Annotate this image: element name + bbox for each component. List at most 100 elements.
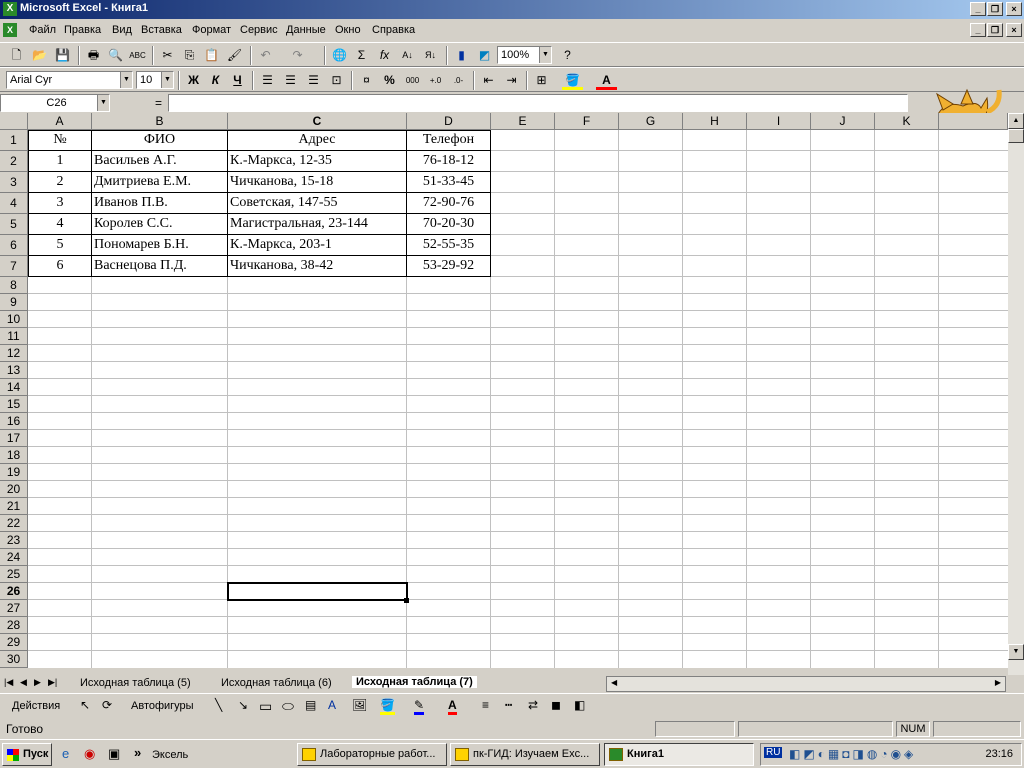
menu-insert[interactable]: Вставка — [141, 24, 182, 36]
doc-close-icon[interactable]: × — [1006, 23, 1022, 37]
task-button[interactable]: пк-ГИД: Изучаем Exc... — [450, 743, 600, 766]
row-header[interactable]: 5 — [0, 214, 28, 235]
chart-wizard-icon[interactable]: ▮ — [451, 46, 472, 65]
chevron-down-icon[interactable]: ▼ — [539, 47, 551, 63]
line-color-icon[interactable]: ✎ — [414, 698, 425, 715]
menu-edit[interactable]: Правка — [64, 24, 101, 36]
table-cell[interactable]: 6 — [29, 258, 91, 274]
last-sheet-icon[interactable]: ▶| — [48, 677, 57, 688]
sheet-tab[interactable]: Исходная таблица (5) — [80, 677, 191, 689]
menu-file[interactable]: Файл — [29, 24, 56, 36]
row-header[interactable]: 10 — [0, 311, 28, 328]
chevron-down-icon[interactable]: ▼ — [120, 72, 132, 88]
fill-color-icon[interactable]: 🪣 — [380, 698, 395, 715]
scroll-left-icon[interactable]: ◀ — [611, 678, 617, 687]
formula-input[interactable] — [168, 94, 908, 112]
desktop-icon[interactable]: ▣ — [108, 746, 120, 762]
name-box[interactable]: C26 ▼ — [0, 94, 110, 112]
table-cell[interactable]: 4 — [29, 216, 91, 232]
row-header[interactable]: 11 — [0, 328, 28, 345]
table-cell[interactable]: К.-Маркса, 12-35 — [230, 153, 406, 169]
shadow-icon[interactable]: ◼ — [551, 698, 561, 712]
doc-restore-icon[interactable]: ❐ — [987, 23, 1003, 37]
row-header[interactable]: 7 — [0, 256, 28, 277]
chevron-down-icon[interactable]: ▼ — [161, 72, 173, 88]
menu-format[interactable]: Формат — [192, 24, 231, 36]
table-cell[interactable]: Васнецова П.Д. — [94, 258, 227, 274]
row-header[interactable]: 16 — [0, 413, 28, 430]
oval-icon[interactable]: ⬭ — [282, 698, 294, 715]
row-header[interactable]: 22 — [0, 515, 28, 532]
row-header[interactable]: 30 — [0, 651, 28, 668]
merge-center-icon[interactable]: ⊡ — [326, 71, 347, 90]
minimize-icon[interactable]: _ — [970, 2, 986, 16]
chevron-down-icon[interactable]: ▼ — [97, 95, 109, 111]
table-cell[interactable]: 72-90-76 — [407, 195, 490, 211]
arrow-icon[interactable]: ↘ — [238, 698, 248, 712]
thousands-button[interactable]: 000 — [402, 71, 423, 90]
select-objects-icon[interactable]: ↖ — [80, 698, 90, 712]
table-header-cell[interactable]: Адрес — [228, 132, 406, 148]
media-icon[interactable]: ◉ — [84, 746, 95, 762]
zoom-select[interactable]: 100% ▼ — [497, 46, 552, 64]
row-header[interactable]: 19 — [0, 464, 28, 481]
quicklaunch-more[interactable]: » — [134, 745, 141, 760]
line-style-icon[interactable]: ≡ — [482, 698, 489, 712]
row-header[interactable]: 2 — [0, 151, 28, 172]
col-header-f[interactable]: F — [555, 113, 619, 130]
document-icon[interactable]: X — [3, 23, 17, 37]
active-cell-c26[interactable] — [227, 582, 408, 601]
clipart-icon[interactable]: 🖼 — [352, 698, 367, 712]
start-button[interactable]: Пуск — [2, 743, 52, 766]
table-cell[interactable]: Иванов П.В. — [94, 195, 227, 211]
col-header-a[interactable]: A — [28, 113, 92, 130]
spreadsheet-grid[interactable]: A B C D E F G H I J K 1 2 3 4 5 6 7 8 9 … — [0, 113, 1008, 668]
row-header[interactable]: 23 — [0, 532, 28, 549]
row-header[interactable]: 1 — [0, 130, 28, 151]
table-cell[interactable]: 70-20-30 — [407, 216, 490, 232]
table-cell[interactable]: Советская, 147-55 — [230, 195, 406, 211]
col-header-d[interactable]: D — [407, 113, 491, 130]
table-header-cell[interactable]: ФИО — [92, 132, 227, 148]
table-cell[interactable]: 53-29-92 — [407, 258, 490, 274]
table-header-cell[interactable]: Телефон — [407, 132, 490, 148]
row-header[interactable]: 6 — [0, 235, 28, 256]
sort-ascending-icon[interactable]: A↓ — [397, 46, 418, 65]
col-header-j[interactable]: J — [811, 113, 875, 130]
table-cell[interactable]: 51-33-45 — [407, 174, 490, 190]
row-header[interactable]: 9 — [0, 294, 28, 311]
row-header[interactable]: 17 — [0, 430, 28, 447]
col-header-i[interactable]: I — [747, 113, 811, 130]
spelling-icon[interactable]: ABC — [127, 46, 148, 65]
first-sheet-icon[interactable]: |◀ — [4, 677, 13, 688]
dash-style-icon[interactable]: ┅ — [505, 698, 512, 712]
borders-icon[interactable]: ⊞ — [531, 71, 552, 90]
col-header-e[interactable]: E — [491, 113, 555, 130]
row-header[interactable]: 18 — [0, 447, 28, 464]
textbox-icon[interactable]: ▤ — [305, 698, 316, 712]
horizontal-scrollbar[interactable]: ◀ ▶ — [606, 676, 1006, 692]
row-header[interactable]: 4 — [0, 193, 28, 214]
select-all-corner[interactable] — [0, 113, 28, 130]
align-right-icon[interactable]: ☰ — [303, 71, 324, 90]
row-header[interactable]: 15 — [0, 396, 28, 413]
scroll-down-icon[interactable]: ▼ — [1008, 644, 1024, 660]
scroll-up-icon[interactable]: ▲ — [1008, 113, 1024, 129]
row-header[interactable]: 24 — [0, 549, 28, 566]
tray-icons[interactable]: ◧◩◐▦◘◨◍◔◉◈ — [789, 747, 916, 761]
row-header[interactable]: 13 — [0, 362, 28, 379]
new-icon[interactable]: 🗋 — [6, 46, 27, 65]
autosum-icon[interactable]: Σ — [351, 46, 372, 65]
sheet-tab-active[interactable]: Исходная таблица (7) — [352, 676, 477, 688]
fill-handle[interactable] — [404, 598, 409, 603]
scroll-right-icon[interactable]: ▶ — [995, 678, 1001, 687]
percent-button[interactable]: % — [379, 71, 400, 90]
row-header[interactable]: 20 — [0, 481, 28, 498]
arrow-style-icon[interactable]: ⇄ — [528, 698, 538, 712]
decrease-indent-icon[interactable]: ⇤ — [478, 71, 499, 90]
table-cell[interactable]: К.-Маркса, 203-1 — [230, 237, 406, 253]
row-header[interactable]: 28 — [0, 617, 28, 634]
increase-indent-icon[interactable]: ⇥ — [501, 71, 522, 90]
italic-button[interactable]: К — [205, 71, 226, 90]
underline-button[interactable]: Ч — [227, 71, 248, 90]
